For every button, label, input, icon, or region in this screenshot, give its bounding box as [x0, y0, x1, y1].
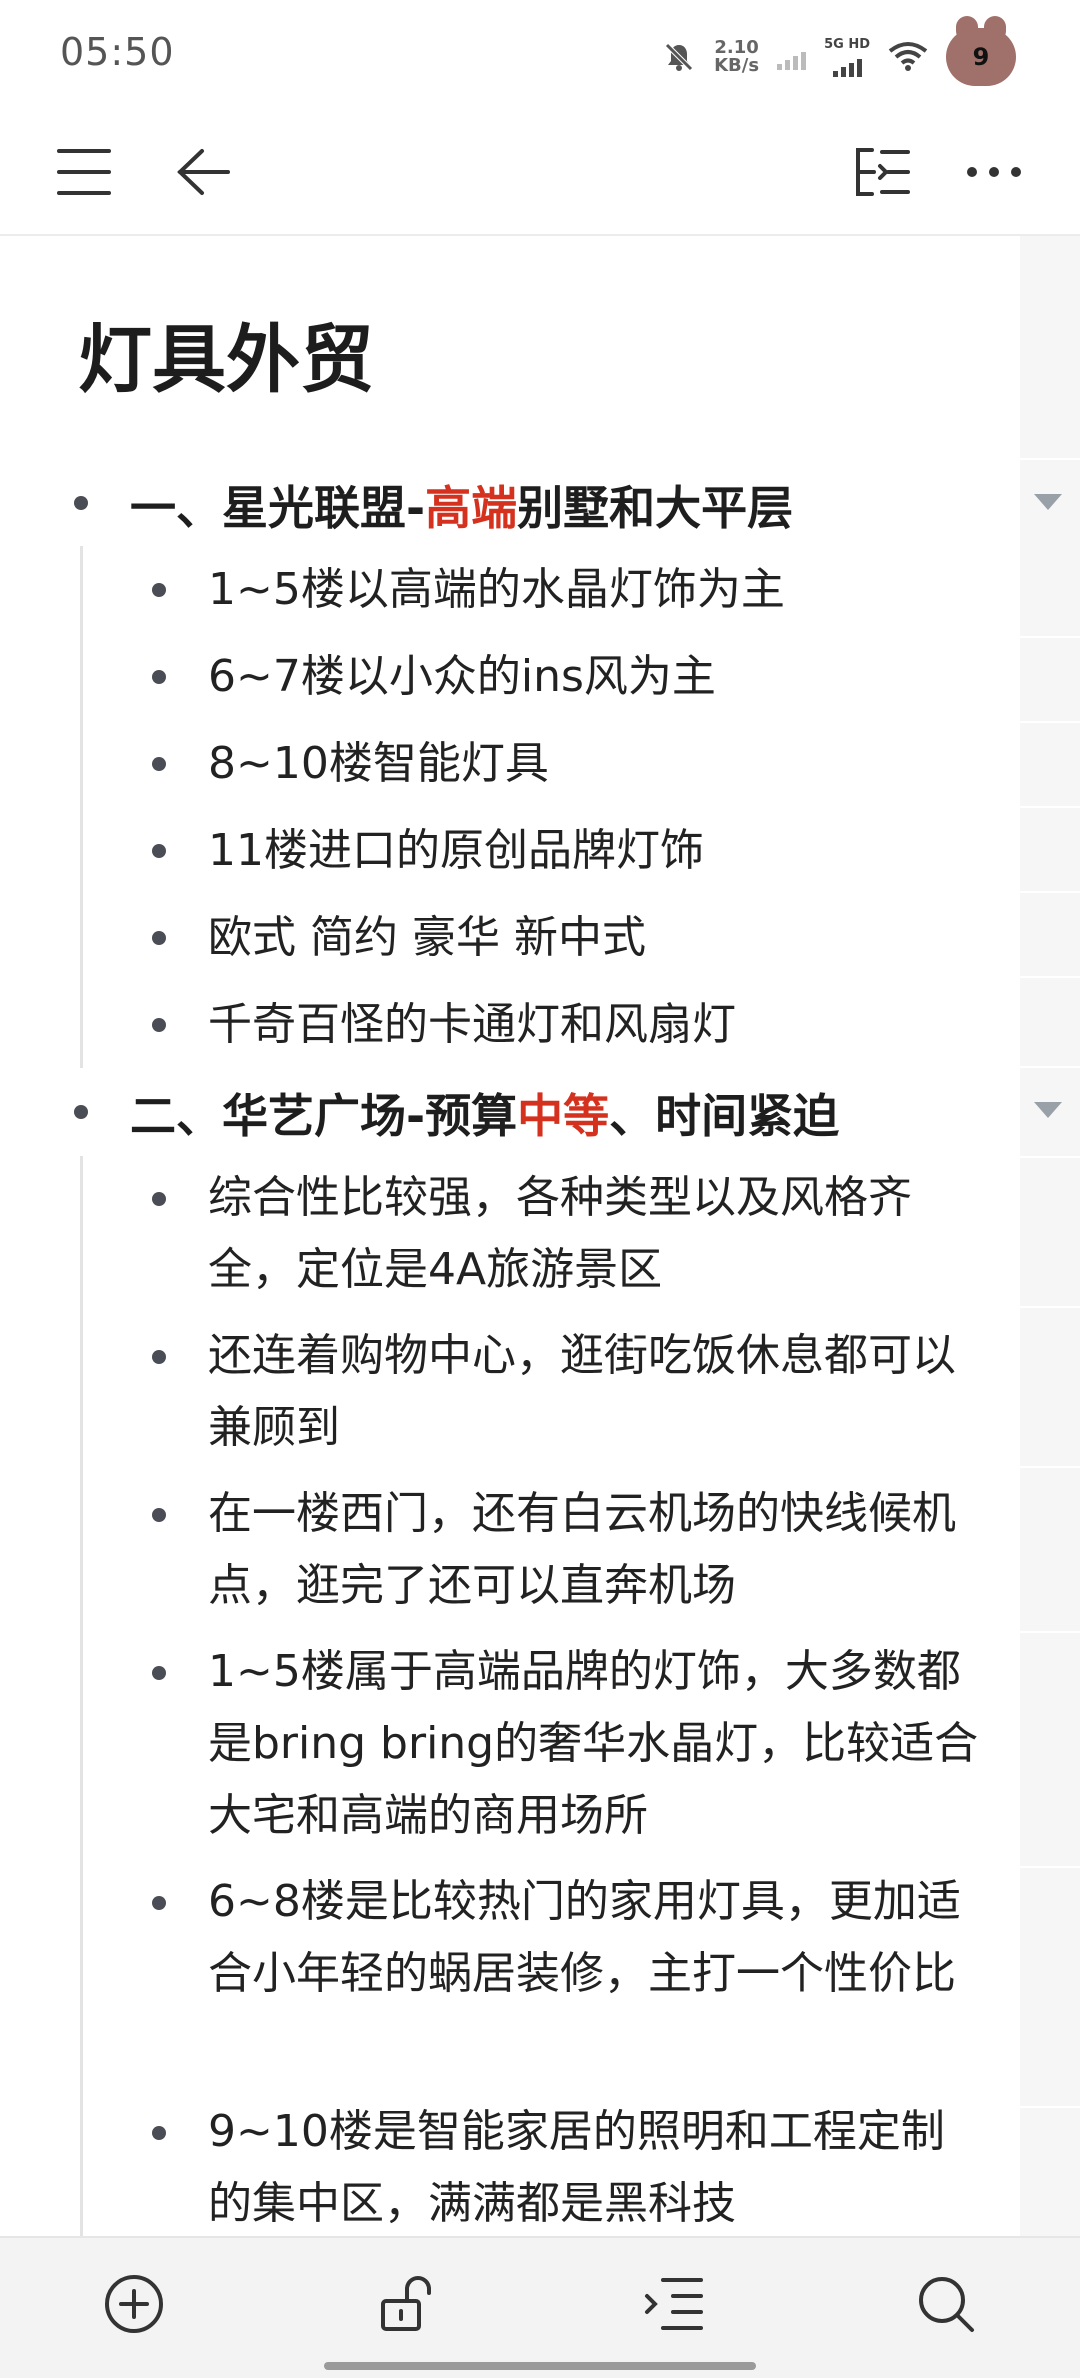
bullet	[152, 1018, 166, 1032]
back-icon[interactable]	[164, 132, 244, 212]
document-title[interactable]: 灯具外贸	[78, 300, 374, 407]
bullet	[152, 1508, 166, 1522]
section-2-heading-prefix: 二、华艺广场-预算	[130, 1089, 518, 1143]
section-1-heading-suffix: 别墅和大平层	[517, 481, 794, 535]
badge-count: 9	[972, 43, 990, 71]
section-1-heading-prefix: 一、星光联盟-	[130, 481, 426, 535]
bullet-section-2	[74, 1105, 88, 1119]
bullet	[152, 844, 166, 858]
section-1-heading-highlight: 高端	[425, 481, 518, 535]
more-icon[interactable]	[954, 132, 1034, 212]
bullet	[152, 1666, 166, 1680]
network-tag: 5G HD	[824, 36, 870, 52]
list-item[interactable]: 千奇百怪的卡通灯和风扇灯	[208, 989, 988, 1061]
net-speed-unit: KB/s	[714, 55, 760, 76]
status-time: 05:50	[60, 30, 175, 74]
list-item[interactable]: 6~7楼以小众的ins风为主	[208, 641, 988, 713]
bullet	[152, 583, 166, 597]
list-item[interactable]: 6~8楼是比较热门的家用灯具，更加适合小年轻的蜗居装修，主打一个性价比	[208, 1866, 988, 2010]
menu-icon[interactable]	[44, 132, 124, 212]
wifi-icon	[888, 42, 928, 71]
list-item[interactable]: 在一楼西门，还有白云机场的快线候机点，逛完了还可以直奔机场	[208, 1478, 988, 1622]
list-item[interactable]: 欧式 简约 豪华 新中式	[208, 902, 988, 974]
notification-badge: 9	[946, 16, 1016, 86]
section-2-heading-suffix: 、时间紧迫	[609, 1089, 840, 1143]
list-item[interactable]: 9~10楼是智能家居的照明和工程定制的集中区，满满都是黑科技	[208, 2096, 988, 2240]
toolbar	[0, 110, 1080, 236]
list-item[interactable]: 1~5楼以高端的水晶灯饰为主	[208, 554, 988, 626]
signal-sim1-icon	[777, 44, 807, 70]
section-2-indent-line	[80, 1156, 83, 2236]
bullet	[152, 2126, 166, 2140]
signal-sim2-icon	[832, 51, 862, 77]
outline-icon[interactable]	[842, 132, 922, 212]
section-1-indent-line	[80, 546, 83, 1068]
unlock-icon[interactable]	[370, 2266, 446, 2342]
bottom-toolbar	[0, 2236, 1080, 2378]
bullet	[152, 931, 166, 945]
list-item[interactable]: 综合性比较强，各种类型以及风格齐全，定位是4A旅游景区	[208, 1162, 988, 1306]
bullet	[152, 670, 166, 684]
section-1-heading[interactable]: 一、星光联盟-高端别墅和大平层	[130, 472, 793, 538]
status-icons: 2.10 KB/s 5G HD 9	[662, 16, 1016, 92]
indent-icon[interactable]	[636, 2266, 712, 2342]
collapse-section-2-icon[interactable]	[1034, 1102, 1062, 1118]
bullet-section-1	[74, 496, 88, 510]
net-speed: 2.10 KB/s	[714, 39, 759, 75]
bullet	[152, 1896, 166, 1910]
search-icon[interactable]	[908, 2266, 984, 2342]
list-item[interactable]: 11楼进口的原创品牌灯饰	[208, 815, 988, 887]
add-icon[interactable]	[96, 2266, 172, 2342]
section-2-heading-highlight: 中等	[517, 1089, 610, 1143]
bullet	[152, 757, 166, 771]
list-item[interactable]: 8~10楼智能灯具	[208, 728, 988, 800]
bullet	[152, 1192, 166, 1206]
signal-sim2: 5G HD	[824, 38, 870, 77]
mute-bell-icon	[665, 43, 693, 71]
collapse-section-1-icon[interactable]	[1034, 494, 1062, 510]
home-indicator[interactable]	[324, 2362, 756, 2370]
bullet	[152, 1350, 166, 1364]
status-bar: 05:50 2.10 KB/s 5G HD 9	[0, 0, 1080, 110]
right-gutter	[1020, 236, 1080, 2236]
list-item[interactable]: 1~5楼属于高端品牌的灯饰，大多数都是bring bring的奢华水晶灯，比较适…	[208, 1636, 988, 1852]
section-2-heading[interactable]: 二、华艺广场-预算中等、时间紧迫	[130, 1080, 839, 1146]
list-item[interactable]: 还连着购物中心，逛街吃饭休息都可以兼顾到	[208, 1320, 988, 1464]
